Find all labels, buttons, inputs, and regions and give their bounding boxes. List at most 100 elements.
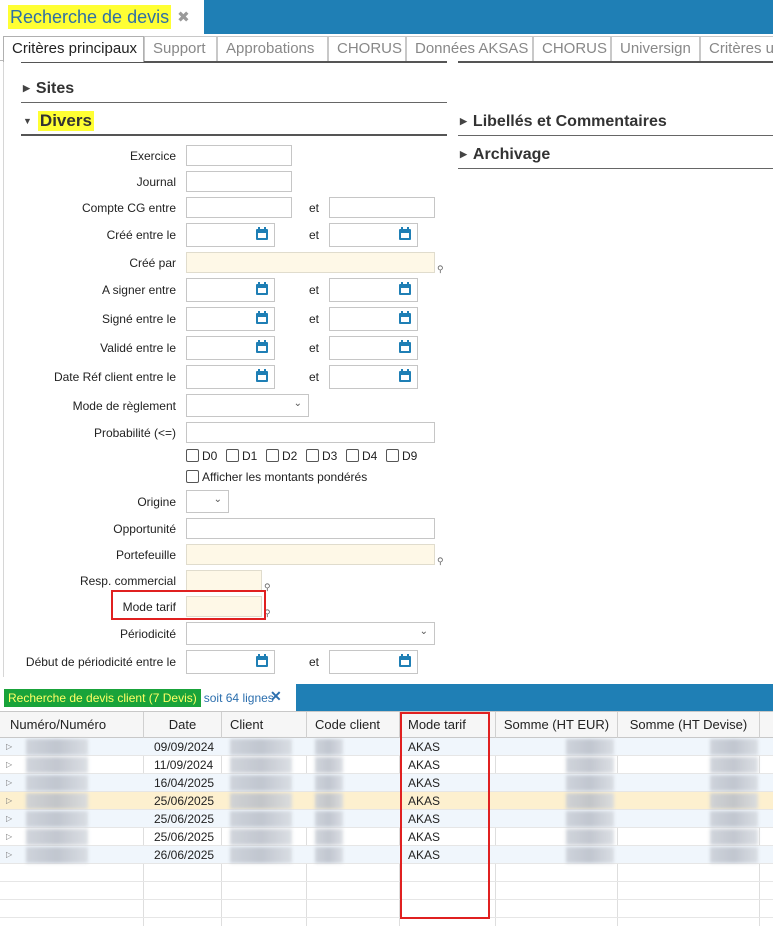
window-tab[interactable]: Recherche de devis ✖	[0, 0, 204, 34]
cree-from-date[interactable]	[186, 223, 275, 247]
col-somme-eur[interactable]: Somme (HT EUR)	[496, 712, 618, 738]
tab-chorus-2[interactable]: CHORUS	[533, 36, 611, 61]
results-tab[interactable]: Recherche de devis client (7 Devis) soit…	[0, 684, 296, 711]
cree-to-date[interactable]	[329, 223, 418, 247]
signe-from-date[interactable]	[186, 307, 275, 331]
section-title: Divers	[37, 111, 94, 131]
date-ref-to-date[interactable]	[329, 365, 418, 389]
pin-icon[interactable]: ⚲	[437, 556, 444, 567]
checkbox-d3[interactable]	[306, 449, 319, 462]
et-label: et	[309, 283, 320, 297]
expand-row-icon[interactable]: ▷	[6, 792, 12, 810]
calendar-icon[interactable]	[255, 369, 269, 383]
calendar-icon[interactable]	[398, 227, 412, 241]
opportunite-input[interactable]	[186, 518, 435, 539]
debut-periodicite-to-date[interactable]	[329, 650, 418, 674]
table-row[interactable]: ▷ 09/09/2024 AKAS	[0, 738, 773, 756]
debut-periodicite-label: Début de périodicité entre le	[25, 655, 176, 669]
calendar-icon[interactable]	[255, 311, 269, 325]
close-icon[interactable]: ✕	[270, 688, 282, 705]
mode-reglement-select[interactable]: ⌄	[186, 394, 309, 417]
origine-select[interactable]: ⌄	[186, 490, 229, 513]
checkbox-afficher-montants[interactable]	[186, 470, 199, 483]
checkbox-d1[interactable]	[226, 449, 239, 462]
table-row[interactable]: ▷ 26/06/2025 AKAS	[0, 846, 773, 864]
calendar-icon[interactable]	[398, 369, 412, 383]
pin-icon[interactable]: ⚲	[437, 264, 444, 275]
calendar-icon[interactable]	[255, 654, 269, 668]
section-divers[interactable]: ▼ Divers	[21, 108, 447, 136]
exercice-label: Exercice	[129, 149, 176, 163]
tab-strip: Critères principaux Support Approbations…	[0, 34, 773, 62]
checkbox-d2[interactable]	[266, 449, 279, 462]
cell-date: 25/06/2025	[154, 830, 215, 844]
results-grid: Numéro/Numéro Date Client Code client Mo…	[0, 711, 773, 926]
calendar-icon[interactable]	[398, 340, 412, 354]
table-row[interactable]: ▷ 11/09/2024 AKAS	[0, 756, 773, 774]
redacted-cell	[26, 739, 88, 755]
expand-row-icon[interactable]: ▷	[6, 828, 12, 846]
debut-periodicite-from-date[interactable]	[186, 650, 275, 674]
redacted-cell	[230, 811, 292, 827]
col-somme-devise[interactable]: Somme (HT Devise)	[618, 712, 760, 738]
redacted-cell	[26, 775, 88, 791]
tab-chorus[interactable]: CHORUS	[328, 36, 406, 61]
redacted-cell	[710, 847, 758, 863]
compte-cg-from-input[interactable]	[186, 197, 292, 218]
section-sites[interactable]: ▶ Sites	[21, 75, 447, 103]
col-numero[interactable]: Numéro/Numéro	[0, 712, 144, 738]
signe-to-date[interactable]	[329, 307, 418, 331]
valide-from-date[interactable]	[186, 336, 275, 360]
compte-cg-to-input[interactable]	[329, 197, 435, 218]
redacted-cell	[566, 829, 614, 845]
expand-row-icon[interactable]: ▷	[6, 756, 12, 774]
section-libelles[interactable]: ▶ Libellés et Commentaires	[458, 108, 773, 136]
redacted-cell	[710, 739, 758, 755]
exercice-input[interactable]	[186, 145, 292, 166]
section-archivage[interactable]: ▶ Archivage	[458, 141, 773, 169]
periodicite-select[interactable]: ⌄	[186, 622, 435, 645]
tab-support[interactable]: Support	[144, 36, 217, 61]
portefeuille-input[interactable]	[186, 544, 435, 565]
expand-row-icon[interactable]: ▷	[6, 738, 12, 756]
calendar-icon[interactable]	[398, 282, 412, 296]
table-row[interactable]: ▷ 25/06/2025 AKAS	[0, 828, 773, 846]
probabilite-input[interactable]	[186, 422, 435, 443]
date-ref-from-date[interactable]	[186, 365, 275, 389]
tab-approbations[interactable]: Approbations	[217, 36, 328, 61]
calendar-icon[interactable]	[255, 227, 269, 241]
checkbox-d0[interactable]	[186, 449, 199, 462]
table-row[interactable]: ▷ 16/04/2025 AKAS	[0, 774, 773, 792]
expand-row-icon[interactable]: ▷	[6, 810, 12, 828]
section-title: Archivage	[472, 145, 551, 163]
calendar-icon[interactable]	[398, 311, 412, 325]
col-date[interactable]: Date	[144, 712, 222, 738]
tab-criteres-utilisateurs[interactable]: Critères utilisateurs	[700, 36, 773, 61]
col-code-client[interactable]: Code client	[307, 712, 400, 738]
journal-input[interactable]	[186, 171, 292, 192]
expand-row-icon[interactable]: ▷	[6, 774, 12, 792]
opportunite-label: Opportunité	[113, 522, 176, 536]
redacted-cell	[230, 739, 292, 755]
a-signer-to-date[interactable]	[329, 278, 418, 302]
calendar-icon[interactable]	[398, 654, 412, 668]
cree-par-input[interactable]	[186, 252, 435, 273]
a-signer-from-date[interactable]	[186, 278, 275, 302]
calendar-icon[interactable]	[255, 340, 269, 354]
close-icon[interactable]: ✖	[177, 8, 190, 26]
table-row-selected[interactable]: ▷ 25/06/2025 AKAS	[0, 792, 773, 810]
resp-commercial-input[interactable]	[186, 570, 262, 591]
d9-label: D9	[402, 449, 418, 463]
tab-criteres-principaux[interactable]: Critères principaux	[3, 36, 144, 62]
section-divider	[458, 61, 773, 63]
table-row[interactable]: ▷ 25/06/2025 AKAS	[0, 810, 773, 828]
redacted-cell	[566, 847, 614, 863]
expand-row-icon[interactable]: ▷	[6, 846, 12, 864]
checkbox-d4[interactable]	[346, 449, 359, 462]
tab-universign[interactable]: Universign	[611, 36, 700, 61]
col-client[interactable]: Client	[222, 712, 307, 738]
tab-donnees-aksas[interactable]: Données AKSAS	[406, 36, 533, 61]
calendar-icon[interactable]	[255, 282, 269, 296]
valide-to-date[interactable]	[329, 336, 418, 360]
checkbox-d9[interactable]	[386, 449, 399, 462]
